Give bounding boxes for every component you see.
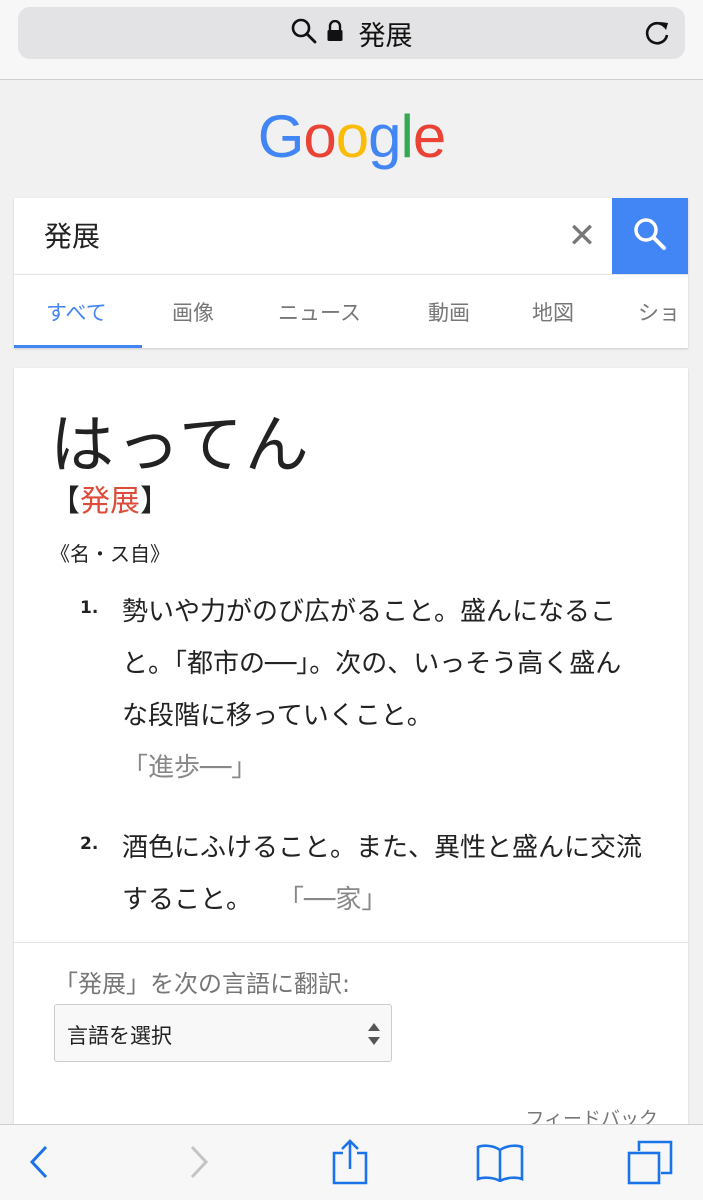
bookmarks-icon [475, 1142, 525, 1186]
search-box: ✕ [14, 198, 688, 274]
share-icon [330, 1139, 370, 1189]
logo-letter: g [368, 103, 401, 170]
google-logo: Google [0, 102, 703, 171]
close-icon: ✕ [567, 216, 597, 256]
word-reading: はってん [50, 409, 311, 483]
logo-letter: e [412, 103, 446, 170]
search-icon [632, 216, 668, 256]
dictionary-card: はってん 【発展】 《名・ス自》 1. 勢いや力がのび広がること。盛んになること… [14, 368, 688, 1148]
tab-all[interactable]: すべて [46, 297, 107, 327]
clear-button[interactable]: ✕ [562, 216, 602, 256]
divider [14, 942, 688, 943]
part-of-speech: 《名・ス自》 [50, 542, 170, 566]
sense-definition: 勢いや力がのび広がること。盛んになること。「都市の──」。次の、いっそう高く盛ん… [122, 597, 622, 731]
forward-button[interactable] [174, 1141, 222, 1187]
tab-news[interactable]: ニュース [278, 297, 361, 327]
bracket-close: 】 [140, 484, 170, 519]
address-bar[interactable]: 発展 [18, 7, 685, 59]
browser-toolbar [0, 1124, 703, 1200]
sense-number: 2. [80, 834, 99, 854]
reload-icon[interactable] [643, 19, 671, 47]
logo-letter: G [257, 103, 305, 170]
sense-example: 「進歩──」 [122, 753, 258, 783]
sense-text: 酒色にふけること。また、異性と盛んに交流すること。 「──家」 [122, 822, 642, 926]
tab-shopping[interactable]: ショ [638, 297, 680, 327]
browser-top-bar: 発展 [0, 0, 703, 80]
address-content: 発展 [18, 7, 685, 59]
word-kanji: 【発展】 [50, 476, 170, 520]
kanji-text: 発展 [80, 484, 140, 519]
logo-letter: l [400, 103, 414, 170]
back-icon [28, 1144, 52, 1184]
sense-text: 勢いや力がのび広がること。盛んになること。「都市の──」。次の、いっそう高く盛ん… [122, 586, 642, 794]
language-select-value: 言語を選択 [67, 1024, 172, 1048]
bracket-open: 【 [50, 484, 80, 519]
share-button[interactable] [326, 1139, 374, 1189]
logo-letter: o [335, 103, 369, 170]
language-select[interactable]: 言語を選択 [54, 1004, 392, 1062]
tabs-icon [626, 1139, 674, 1189]
search-button[interactable] [612, 198, 688, 274]
search-input[interactable] [44, 212, 524, 258]
translate-label: 「発展」を次の言語に翻訳: [54, 970, 351, 998]
logo-letter: o [303, 103, 336, 170]
search-icon [291, 18, 317, 48]
search-tabs: すべて 画像 ニュース 動画 地図 ショ [14, 274, 688, 348]
select-arrows-icon [367, 1021, 381, 1047]
sense-example: 「──家」 [291, 885, 388, 915]
active-tab-indicator [14, 345, 142, 348]
tab-videos[interactable]: 動画 [428, 297, 470, 327]
sense-number: 1. [80, 598, 99, 618]
tab-maps[interactable]: 地図 [532, 297, 574, 327]
bookmarks-button[interactable] [476, 1141, 524, 1187]
tabs-button[interactable] [626, 1139, 674, 1189]
back-button[interactable] [16, 1141, 64, 1187]
address-text[interactable]: 発展 [359, 14, 413, 53]
forward-icon [186, 1144, 210, 1184]
tab-images[interactable]: 画像 [172, 297, 214, 327]
lock-icon [327, 19, 343, 46]
